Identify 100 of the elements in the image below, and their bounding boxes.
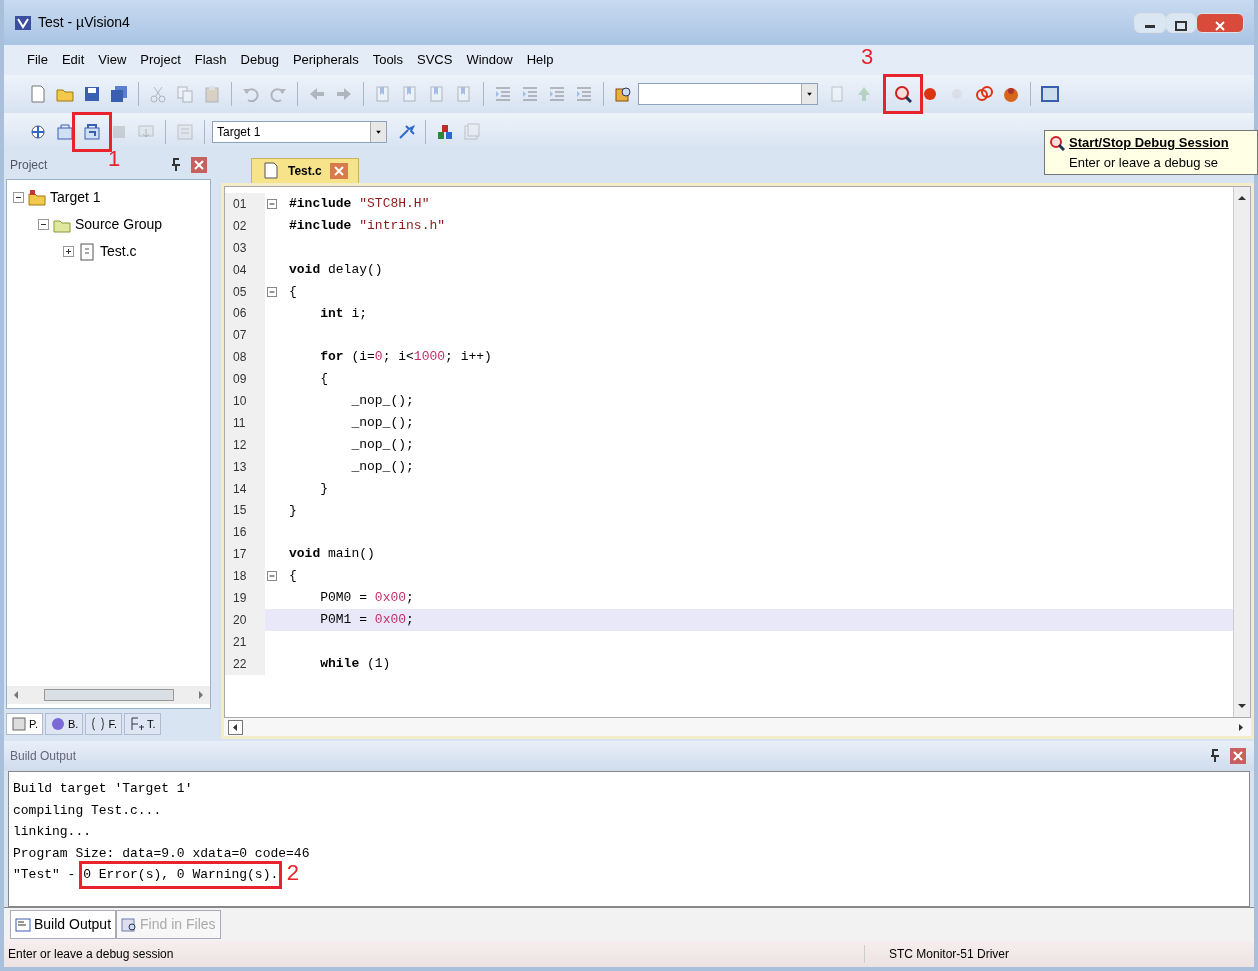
app-icon <box>14 13 32 32</box>
line-number: 12 <box>225 433 265 456</box>
code-line: } <box>319 479 328 498</box>
document-icon <box>29 85 47 103</box>
indent-icon <box>575 85 593 103</box>
expand-icon[interactable] <box>63 246 74 257</box>
code-line: #include "intrins.h" <box>289 217 446 236</box>
callout-number: 2 <box>286 863 300 886</box>
menu-item[interactable]: Window <box>459 48 520 72</box>
scroll-thumb[interactable] <box>43 689 174 701</box>
code-line: } <box>289 501 297 520</box>
menu-item[interactable]: Debug <box>233 48 286 72</box>
menu-item[interactable]: Peripherals <box>285 48 366 72</box>
line-number: 15 <box>225 499 265 522</box>
code-line: _nop_(); <box>350 436 414 454</box>
panel-title: Project <box>10 157 48 174</box>
menu-item[interactable]: View <box>91 48 134 72</box>
magnifier-icon <box>894 85 912 103</box>
tree-label: Source Group <box>75 215 163 234</box>
tree-item[interactable]: Test.c <box>7 238 210 265</box>
line-number: 17 <box>225 543 265 566</box>
dropdown-field[interactable]: Target 1 <box>212 121 387 143</box>
code-line: for (i=0; i<1000; i++) <box>319 348 492 367</box>
fold-icon[interactable] <box>267 571 277 582</box>
output-tab[interactable]: Build Output <box>10 910 117 939</box>
tooltip-title: Start/Stop Debug Session <box>1069 134 1229 152</box>
menu-item[interactable]: File <box>20 48 55 72</box>
editor-tab[interactable]: Test.c <box>251 158 359 183</box>
bookmark-icon <box>374 85 392 103</box>
callout-number: 1 <box>108 148 121 170</box>
template-icon <box>128 716 145 732</box>
indent-icon <box>521 85 539 103</box>
braces-icon <box>90 716 107 732</box>
maximize-button[interactable] <box>1166 12 1196 33</box>
dropdown-field[interactable] <box>638 83 818 105</box>
pin-icon[interactable] <box>1208 749 1222 763</box>
tree-item[interactable]: Target 1 <box>7 184 210 211</box>
rebuild-icon <box>83 123 101 141</box>
menu-item[interactable]: Help <box>519 48 561 72</box>
page-icon <box>828 85 846 103</box>
menu-item[interactable]: Project <box>133 48 188 72</box>
close-icon[interactable] <box>1230 748 1246 764</box>
line-number: 02 <box>225 214 265 237</box>
menu-item[interactable]: SVCS <box>410 48 460 72</box>
output-text: "Test" - <box>13 866 77 884</box>
panel-tab[interactable]: T. <box>123 712 161 736</box>
output-text: Program Size: data=9.0 xdata=0 code=46 <box>13 844 310 863</box>
tree-label: Target 1 <box>50 188 101 207</box>
bug-icon <box>1002 85 1020 103</box>
code-line: { <box>319 370 328 389</box>
line-number: 05 <box>225 280 265 303</box>
indent-icon <box>494 85 512 103</box>
tree-item[interactable]: Source Group <box>7 211 210 238</box>
close-icon[interactable] <box>329 163 348 179</box>
down-arrow-icon[interactable] <box>1236 701 1248 711</box>
build-output-icon <box>15 916 31 933</box>
tree-label: Test.c <box>100 242 137 261</box>
output-text: Build target 'Target 1' <box>13 780 193 798</box>
line-number: 18 <box>225 565 265 588</box>
right-arrow-icon <box>335 85 353 103</box>
line-number: 01 <box>225 193 265 215</box>
components-icon <box>436 123 454 141</box>
minimize-icon <box>1145 24 1155 28</box>
fold-icon[interactable] <box>267 198 277 209</box>
collapse-icon[interactable] <box>38 219 49 230</box>
menu-item[interactable]: Edit <box>54 48 92 72</box>
code-line: int i; <box>319 304 367 323</box>
code-line: #include "STC8H.H" <box>289 195 430 214</box>
line-number: 03 <box>225 236 265 259</box>
code-line: void main() <box>289 545 375 564</box>
code-line: void delay() <box>289 260 383 279</box>
up-arrow-icon[interactable] <box>1236 193 1248 203</box>
code-line: _nop_(); <box>350 414 414 433</box>
bookmark-icon <box>428 85 446 103</box>
panel-tab[interactable]: F. <box>85 712 122 736</box>
close-icon[interactable] <box>191 157 207 173</box>
document-icon <box>262 162 280 180</box>
menu-item[interactable]: Flash <box>187 48 234 72</box>
minimize-button[interactable] <box>1134 12 1166 33</box>
collapse-icon[interactable] <box>13 192 24 203</box>
output-text: linking... <box>13 823 91 841</box>
code-line: P0M1 = 0x00; <box>319 611 414 630</box>
close-button[interactable] <box>1196 12 1244 33</box>
window-title: Test - µVision4 <box>38 13 130 32</box>
line-number: 04 <box>225 258 265 281</box>
undo-icon <box>242 85 260 103</box>
target-folder-icon <box>28 188 46 207</box>
status-driver: STC Monitor-51 Driver <box>864 945 1094 963</box>
disks-icon <box>110 85 128 103</box>
line-number: 10 <box>225 390 265 412</box>
c-file-icon <box>78 242 96 261</box>
line-number: 20 <box>225 608 265 631</box>
fold-icon[interactable] <box>267 286 277 297</box>
panel-tab[interactable]: P. <box>6 712 43 736</box>
menu-item[interactable]: Tools <box>365 48 410 72</box>
build-icon <box>56 123 74 141</box>
code-line: while (1) <box>319 654 391 673</box>
redo-icon <box>269 85 287 103</box>
panel-tab[interactable]: B. <box>45 712 84 736</box>
pin-icon[interactable] <box>169 158 183 172</box>
